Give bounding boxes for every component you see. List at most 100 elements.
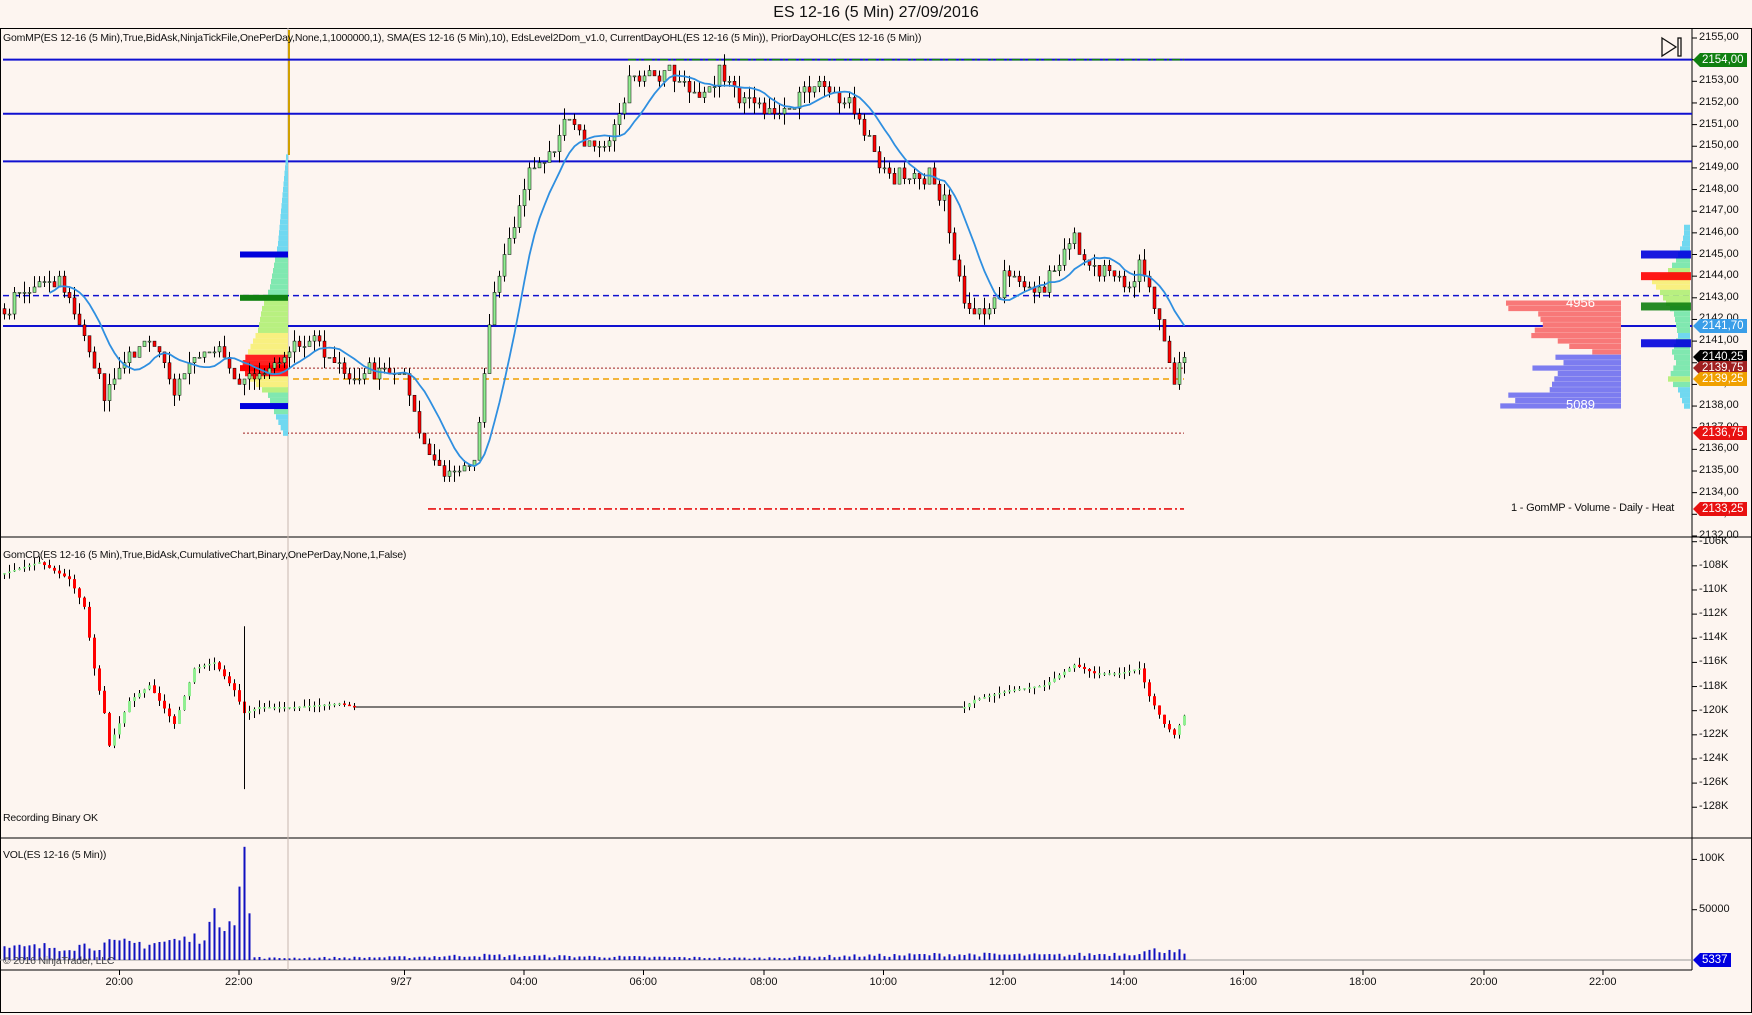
- scroll-to-end-button[interactable]: [1660, 36, 1684, 58]
- volume-bar: [303, 958, 306, 960]
- volume-bar: [993, 953, 996, 960]
- volume-bar: [488, 954, 491, 960]
- price-candle: [547, 151, 552, 163]
- volume-bar: [138, 941, 141, 960]
- volume-bar: [903, 955, 906, 960]
- volume-bar: [583, 956, 586, 960]
- price-tick-label: 2152,00: [1699, 95, 1739, 108]
- price-candle: [72, 297, 77, 315]
- session-profile-bar: [274, 408, 288, 415]
- daily-profile-marker: [1641, 272, 1691, 281]
- volume-bar: [1013, 954, 1016, 960]
- volume-bar: [633, 956, 636, 960]
- price-candle: [687, 81, 692, 93]
- volume-bar: [708, 957, 711, 960]
- price-candle: [17, 292, 22, 294]
- time-tick-label: 20:00: [105, 976, 134, 988]
- price-candle: [937, 183, 942, 201]
- time-tick-label: 08:00: [750, 976, 778, 988]
- volume-bar: [513, 954, 516, 960]
- price-candle: [1142, 259, 1147, 277]
- price-tick-label: 2135,00: [1699, 464, 1739, 476]
- price-candle: [12, 292, 17, 315]
- volume-bar: [798, 955, 801, 960]
- volume-bar: [928, 955, 931, 960]
- session-profile-bar: [280, 219, 288, 225]
- price-candle: [1107, 265, 1112, 271]
- session-profile-bar: [283, 181, 288, 187]
- volume-bar: [418, 956, 421, 960]
- copyright: © 2016 NinjaTrader, LLC: [3, 955, 115, 967]
- price-candle: [1132, 281, 1137, 288]
- cd-candle: [68, 576, 71, 580]
- volume-bar: [683, 957, 686, 960]
- price-candle: [847, 97, 852, 104]
- price-candle: [772, 108, 777, 115]
- cd-candle: [1133, 669, 1136, 672]
- volume-bar: [923, 954, 926, 960]
- price-candle: [42, 281, 47, 283]
- price-candle: [747, 97, 752, 99]
- dom-bid-bar: [1557, 370, 1621, 377]
- cd-candle: [253, 709, 256, 712]
- cd-candle: [968, 703, 971, 708]
- session-profile-bar: [283, 430, 288, 436]
- volume-bar: [803, 956, 806, 960]
- volume-bar: [643, 956, 646, 960]
- volume-bar: [438, 956, 441, 960]
- price-candle: [752, 97, 757, 104]
- vol-panel-indicators: VOL(ES 12-16 (5 Min)): [3, 849, 107, 861]
- session-profile-bar: [268, 289, 288, 296]
- session-profile-bar: [286, 154, 288, 160]
- volume-bar: [908, 953, 911, 960]
- price-candle: [612, 124, 617, 142]
- price-candle: [77, 313, 82, 326]
- price-candle: [197, 357, 202, 359]
- price-candle: [1097, 265, 1102, 277]
- volume-bar: [463, 956, 466, 960]
- cd-candle: [58, 570, 61, 574]
- price-candle: [1012, 275, 1017, 278]
- price-candle: [62, 275, 67, 293]
- volume-bar: [778, 958, 781, 960]
- volume-marker-label: 5337: [1693, 953, 1731, 967]
- volume-bar: [678, 956, 681, 960]
- cd-candle: [203, 665, 206, 667]
- sma-10-line: [49, 74, 1186, 468]
- cd-tick-label: -128K: [1699, 800, 1729, 813]
- price-candle: [182, 373, 187, 380]
- price-candle: [407, 373, 412, 396]
- price-candle: [92, 351, 97, 369]
- time-tick-label: 22:00: [225, 976, 253, 988]
- price-candle: [117, 367, 122, 380]
- volume-bar: [1063, 956, 1066, 960]
- volume-bar: [183, 936, 186, 960]
- session-profile-bar: [245, 354, 288, 361]
- volume-bar: [808, 956, 811, 960]
- volume-bar: [283, 958, 286, 960]
- cd-candle: [48, 565, 51, 568]
- volume-bar: [638, 956, 641, 960]
- cd-candle: [298, 706, 301, 709]
- volume-bar: [258, 956, 261, 960]
- volume-bar: [403, 956, 406, 960]
- dom-bid-bar: [1555, 354, 1621, 360]
- price-candle: [357, 378, 362, 381]
- volume-bar: [288, 958, 291, 960]
- session-profile-bar: [248, 349, 288, 355]
- price-candle: [537, 162, 542, 169]
- cd-candle: [1008, 690, 1011, 692]
- volume-bar: [378, 957, 381, 960]
- volume-bar: [1113, 952, 1116, 960]
- volume-bar: [1023, 955, 1026, 960]
- price-candle: [307, 340, 312, 347]
- chart-canvas[interactable]: [0, 0, 1752, 1015]
- price-candle: [347, 373, 352, 380]
- cd-tick-label: -120K: [1699, 703, 1729, 716]
- cd-candle: [23, 566, 26, 569]
- price-candle: [512, 227, 517, 239]
- volume-bar: [423, 956, 426, 960]
- volume-bar: [978, 956, 981, 960]
- daily-profile-bar: [1676, 360, 1690, 366]
- volume-bar: [168, 940, 171, 960]
